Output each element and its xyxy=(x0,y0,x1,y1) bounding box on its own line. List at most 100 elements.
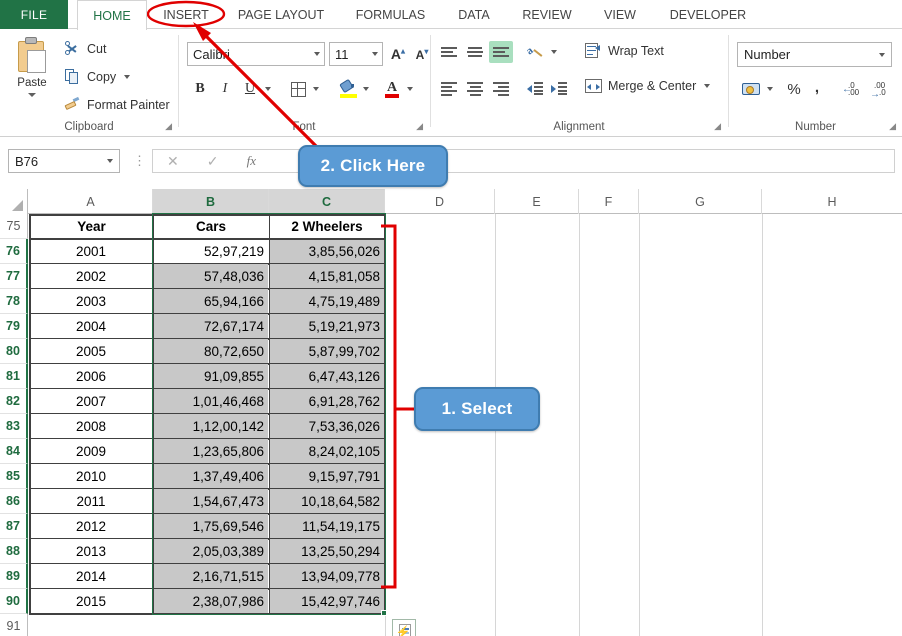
cut-button[interactable]: Cut xyxy=(62,41,106,56)
cell-a83[interactable]: 2008 xyxy=(30,414,152,439)
cell-b77[interactable]: 57,48,036 xyxy=(154,264,268,289)
cancel-icon[interactable]: ✕ xyxy=(167,153,179,170)
cell-c89[interactable]: 13,94,09,778 xyxy=(270,564,384,589)
row-header-83[interactable]: 83 xyxy=(0,414,28,439)
cell-b87[interactable]: 1,75,69,546 xyxy=(154,514,268,539)
row-header-81[interactable]: 81 xyxy=(0,364,28,389)
number-format-dropdown-icon[interactable] xyxy=(873,52,891,57)
cell-b83[interactable]: 1,12,00,142 xyxy=(154,414,268,439)
tab-review[interactable]: REVIEW xyxy=(509,0,585,29)
cell-b89[interactable]: 2,16,71,515 xyxy=(154,564,268,589)
tab-formulas[interactable]: FORMULAS xyxy=(344,0,437,29)
align-top-button[interactable] xyxy=(437,41,461,63)
font-color-dropdown-button[interactable] xyxy=(403,77,417,101)
column-header-a[interactable]: A xyxy=(29,189,153,214)
row-header-78[interactable]: 78 xyxy=(0,289,28,314)
tab-data[interactable]: DATA xyxy=(444,0,504,29)
cell-a89[interactable]: 2014 xyxy=(30,564,152,589)
tab-insert[interactable]: INSERT xyxy=(150,0,222,29)
cell-b81[interactable]: 91,09,855 xyxy=(154,364,268,389)
row-header-79[interactable]: 79 xyxy=(0,314,28,339)
orientation-dropdown-button[interactable] xyxy=(547,41,561,63)
cell-b80[interactable]: 80,72,650 xyxy=(154,339,268,364)
column-header-d[interactable]: D xyxy=(385,189,495,214)
accounting-dropdown-button[interactable] xyxy=(763,77,777,101)
cell-a90[interactable]: 2015 xyxy=(30,589,152,614)
cell-c76[interactable]: 3,85,56,026 xyxy=(270,239,384,264)
cell-c81[interactable]: 6,47,43,126 xyxy=(270,364,384,389)
cell-b82[interactable]: 1,01,46,468 xyxy=(154,389,268,414)
cell-a88[interactable]: 2013 xyxy=(30,539,152,564)
tab-page-layout[interactable]: PAGE LAYOUT xyxy=(226,0,336,29)
cell-c82[interactable]: 6,91,28,762 xyxy=(270,389,384,414)
borders-button[interactable] xyxy=(287,77,309,101)
column-header-b[interactable]: B xyxy=(153,189,269,214)
cell-a78[interactable]: 2003 xyxy=(30,289,152,314)
font-size-input[interactable]: 11 xyxy=(329,42,383,66)
row-header-75[interactable]: 75 xyxy=(0,214,28,239)
select-all-corner[interactable] xyxy=(0,189,28,214)
number-dialog-launcher-icon[interactable]: ◢ xyxy=(889,121,896,132)
cell-c90[interactable]: 15,42,97,746 xyxy=(270,589,384,614)
row-header-82[interactable]: 82 xyxy=(0,389,28,414)
paste-button[interactable]: Paste xyxy=(8,35,56,119)
cell-b86[interactable]: 1,54,67,473 xyxy=(154,489,268,514)
clipboard-dialog-launcher-icon[interactable]: ◢ xyxy=(165,121,172,132)
cell-c79[interactable]: 5,19,21,973 xyxy=(270,314,384,339)
font-size-dropdown-icon[interactable] xyxy=(368,52,382,56)
fill-color-dropdown-button[interactable] xyxy=(359,77,373,101)
name-box[interactable]: B76 xyxy=(8,149,120,173)
format-painter-button[interactable]: Format Painter xyxy=(62,96,170,112)
percent-style-button[interactable]: % xyxy=(783,77,805,101)
cell-b85[interactable]: 1,37,49,406 xyxy=(154,464,268,489)
comma-style-button[interactable]: , xyxy=(807,75,827,99)
name-box-dropdown-icon[interactable] xyxy=(101,159,119,163)
italic-button[interactable]: I xyxy=(214,77,236,101)
copy-dropdown-icon[interactable] xyxy=(124,74,131,79)
column-header-c[interactable]: C xyxy=(269,189,385,214)
cell-c77[interactable]: 4,15,81,058 xyxy=(270,264,384,289)
increase-indent-button[interactable] xyxy=(547,77,571,99)
fill-color-button[interactable] xyxy=(337,77,359,101)
row-header-88[interactable]: 88 xyxy=(0,539,28,564)
cell-c86[interactable]: 10,18,64,582 xyxy=(270,489,384,514)
cell-b88[interactable]: 2,05,03,389 xyxy=(154,539,268,564)
row-header-76[interactable]: 76 xyxy=(0,239,28,264)
align-bottom-button[interactable] xyxy=(489,41,513,63)
cell-a87[interactable]: 2012 xyxy=(30,514,152,539)
row-header-87[interactable]: 87 xyxy=(0,514,28,539)
orientation-button[interactable]: a xyxy=(523,41,547,63)
tab-home[interactable]: HOME xyxy=(77,0,147,30)
wrap-text-button[interactable]: Wrap Text xyxy=(583,43,664,58)
column-header-h[interactable]: H xyxy=(762,189,902,214)
column-header-f[interactable]: F xyxy=(579,189,639,214)
row-header-84[interactable]: 84 xyxy=(0,439,28,464)
align-left-button[interactable] xyxy=(437,77,461,99)
number-format-select[interactable]: Number xyxy=(737,42,892,67)
borders-dropdown-button[interactable] xyxy=(309,77,323,101)
enter-icon[interactable]: ✓ xyxy=(207,153,219,170)
font-color-button[interactable]: A xyxy=(381,77,403,101)
column-header-g[interactable]: G xyxy=(639,189,762,214)
cell-c78[interactable]: 4,75,19,489 xyxy=(270,289,384,314)
copy-button[interactable]: Copy xyxy=(62,69,131,84)
font-name-dropdown-icon[interactable] xyxy=(310,52,324,56)
cell-a81[interactable]: 2006 xyxy=(30,364,152,389)
tab-developer[interactable]: DEVELOPER xyxy=(654,0,762,29)
row-header-85[interactable]: 85 xyxy=(0,464,28,489)
cell-b79[interactable]: 72,67,174 xyxy=(154,314,268,339)
cell-c87[interactable]: 11,54,19,175 xyxy=(270,514,384,539)
cell-b90[interactable]: 2,38,07,986 xyxy=(154,589,268,614)
tab-view[interactable]: VIEW xyxy=(592,0,648,29)
row-header-89[interactable]: 89 xyxy=(0,564,28,589)
quick-analysis-button[interactable]: ⚡ xyxy=(392,619,416,636)
increase-decimal-button[interactable]: ← .0.00 xyxy=(839,77,865,101)
bold-button[interactable]: B xyxy=(189,77,211,101)
merge-center-button[interactable]: Merge & Center xyxy=(583,79,711,93)
cell-a76[interactable]: 2001 xyxy=(30,239,152,264)
row-header-77[interactable]: 77 xyxy=(0,264,28,289)
cell-a75[interactable]: Year xyxy=(30,214,153,239)
cell-a79[interactable]: 2004 xyxy=(30,314,152,339)
cell-a80[interactable]: 2005 xyxy=(30,339,152,364)
column-header-e[interactable]: E xyxy=(495,189,579,214)
